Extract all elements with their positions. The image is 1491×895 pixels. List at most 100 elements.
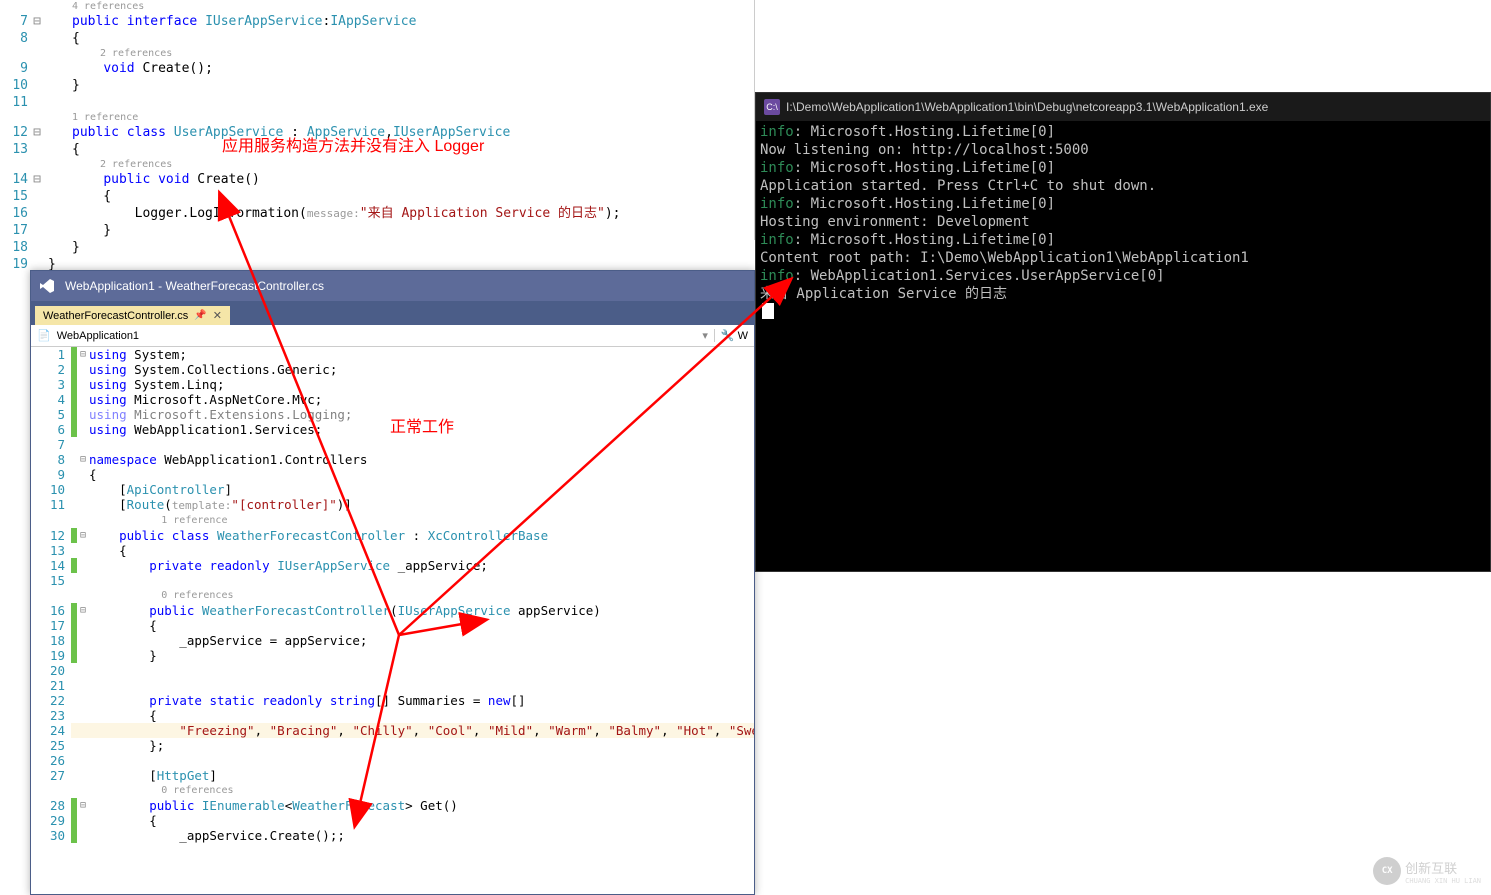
fold-toggle[interactable] — [77, 663, 89, 678]
fold-toggle[interactable] — [77, 708, 89, 723]
line-number: 18 — [0, 239, 30, 256]
fold-toggle[interactable] — [77, 738, 89, 753]
line-number: 16 — [0, 205, 30, 222]
code-text[interactable]: "Freezing", "Bracing", "Chilly", "Cool",… — [89, 723, 754, 738]
fold-toggle[interactable] — [77, 768, 89, 783]
close-icon[interactable]: ✕ — [213, 309, 222, 322]
code-text[interactable]: using Microsoft.AspNetCore.Mvc; — [89, 392, 322, 407]
line-number: 12 — [0, 124, 30, 141]
code-text[interactable]: private static readonly string[] Summari… — [89, 693, 526, 708]
code-text[interactable]: { — [89, 543, 127, 558]
fold-toggle[interactable] — [77, 723, 89, 738]
code-text[interactable]: { — [89, 618, 157, 633]
code-text[interactable]: { — [44, 30, 754, 47]
code-text[interactable]: [ApiController] — [89, 482, 232, 497]
code-text[interactable]: public class WeatherForecastController :… — [89, 528, 548, 543]
fold-toggle[interactable] — [77, 392, 89, 407]
fold-toggle[interactable]: ⊟ — [30, 124, 44, 141]
code-text[interactable]: public IEnumerable<WeatherForecast> Get(… — [89, 798, 458, 813]
code-text[interactable]: using System.Linq; — [89, 377, 224, 392]
code-text[interactable]: [HttpGet] — [89, 768, 217, 783]
code-text[interactable]: } — [44, 222, 754, 239]
top-code-editor[interactable]: 4 references 7⊟public interface IUserApp… — [0, 0, 755, 240]
code-text[interactable]: } — [89, 648, 157, 663]
fold-toggle[interactable] — [77, 467, 89, 482]
fold-toggle[interactable] — [77, 828, 89, 843]
fold-toggle[interactable] — [77, 633, 89, 648]
line-number: 19 — [0, 256, 30, 273]
code-text[interactable]: using System; — [89, 347, 187, 362]
code-text[interactable]: public interface IUserAppService:IAppSer… — [44, 13, 754, 30]
code-text[interactable]: { — [89, 467, 97, 482]
fold-toggle[interactable] — [77, 482, 89, 497]
console-window[interactable]: C:\ I:\Demo\WebApplication1\WebApplicati… — [755, 92, 1491, 572]
code-text[interactable]: { — [89, 708, 157, 723]
fold-toggle[interactable] — [77, 678, 89, 693]
code-text[interactable]: _appService = appService; — [89, 633, 367, 648]
fold-toggle[interactable] — [77, 362, 89, 377]
fold-toggle[interactable] — [77, 813, 89, 828]
window-titlebar[interactable]: WebApplication1 - WeatherForecastControl… — [31, 271, 754, 301]
code-text[interactable]: void Create(); — [44, 60, 754, 77]
visual-studio-window[interactable]: WebApplication1 - WeatherForecastControl… — [30, 270, 755, 895]
fold-toggle[interactable]: ⊟ — [77, 603, 89, 618]
fold-toggle[interactable] — [77, 693, 89, 708]
line-number: 9 — [0, 60, 30, 77]
fold-toggle[interactable] — [77, 753, 89, 768]
code-text[interactable]: namespace WebApplication1.Controllers — [89, 452, 367, 467]
code-text[interactable]: private readonly IUserAppService _appSer… — [89, 558, 488, 573]
codelens-ref[interactable]: 2 references — [0, 158, 754, 171]
breadcrumb-item[interactable]: 🔧 W — [714, 329, 748, 342]
code-text[interactable]: }; — [89, 738, 164, 753]
code-text[interactable]: using System.Collections.Generic; — [89, 362, 337, 377]
code-text[interactable]: { — [89, 813, 157, 828]
fold-toggle[interactable]: ⊟ — [30, 171, 44, 188]
fold-toggle[interactable]: ⊟ — [77, 452, 89, 467]
codelens-ref[interactable]: 4 references — [0, 0, 754, 13]
fold-toggle[interactable] — [77, 558, 89, 573]
codelens-ref[interactable]: 1 reference — [89, 513, 227, 528]
code-text[interactable]: public void Create() — [44, 171, 754, 188]
fold-toggle[interactable] — [77, 648, 89, 663]
code-text[interactable]: } — [44, 77, 754, 94]
line-number: 17 — [0, 222, 30, 239]
code-text[interactable]: Logger.LogInformation(message:"来自 Applic… — [44, 205, 754, 222]
codelens-ref[interactable]: 2 references — [0, 47, 754, 60]
line-number: 8 — [31, 452, 71, 467]
code-editor[interactable]: 1⊟using System;2using System.Collections… — [31, 347, 754, 894]
code-text[interactable]: _appService.Create();; — [89, 828, 345, 843]
console-titlebar[interactable]: C:\ I:\Demo\WebApplication1\WebApplicati… — [756, 93, 1490, 121]
fold-toggle[interactable]: ⊟ — [77, 798, 89, 813]
code-text[interactable]: { — [44, 141, 754, 158]
code-text[interactable]: { — [44, 188, 754, 205]
fold-toggle[interactable] — [77, 573, 89, 588]
fold-toggle[interactable] — [77, 422, 89, 437]
code-text[interactable]: using Microsoft.Extensions.Logging; — [89, 407, 352, 422]
line-number: 22 — [31, 693, 71, 708]
codelens-ref[interactable]: 0 references — [89, 588, 234, 603]
code-text[interactable]: } — [44, 239, 754, 256]
code-text[interactable]: using WebApplication1.Services; — [89, 422, 322, 437]
fold-toggle[interactable] — [77, 437, 89, 452]
fold-toggle[interactable] — [77, 618, 89, 633]
fold-toggle[interactable] — [77, 407, 89, 422]
console-line: Application started. Press Ctrl+C to shu… — [760, 177, 1486, 195]
fold-toggle[interactable] — [77, 543, 89, 558]
pin-icon[interactable]: 📌 — [194, 310, 206, 321]
code-text[interactable]: public class UserAppService : AppService… — [44, 124, 754, 141]
codelens-ref[interactable]: 0 references — [89, 783, 234, 798]
fold-toggle[interactable]: ⊟ — [77, 347, 89, 362]
console-line: Now listening on: http://localhost:5000 — [760, 141, 1486, 159]
codelens-ref[interactable]: 1 reference — [0, 111, 754, 124]
fold-toggle[interactable]: ⊟ — [30, 13, 44, 30]
console-line: info: Microsoft.Hosting.Lifetime[0] — [760, 123, 1486, 141]
breadcrumb-item[interactable]: WebApplication1 — [57, 330, 697, 342]
editor-tab-active[interactable]: WeatherForecastController.cs 📌 ✕ — [35, 306, 230, 325]
fold-toggle[interactable] — [77, 497, 89, 513]
line-number: 5 — [31, 407, 71, 422]
fold-toggle[interactable] — [77, 377, 89, 392]
console-output[interactable]: info: Microsoft.Hosting.Lifetime[0] Now … — [756, 121, 1490, 326]
code-text[interactable]: public WeatherForecastController(IUserAp… — [89, 603, 601, 618]
fold-toggle[interactable]: ⊟ — [77, 528, 89, 543]
code-text[interactable]: [Route(template:"[controller]")] — [89, 497, 352, 513]
